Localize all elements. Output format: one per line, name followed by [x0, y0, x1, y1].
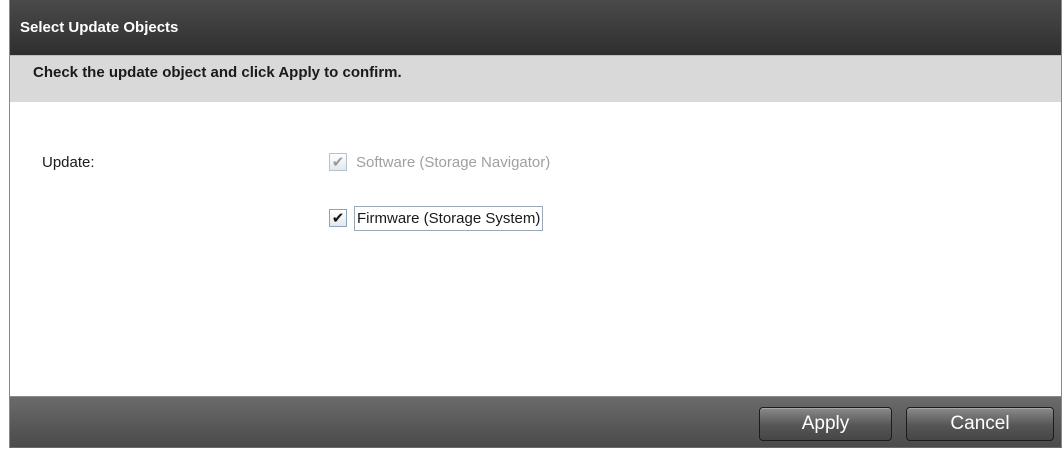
dialog-body: Update: ✔ Software (Storage Navigator) ✔… — [10, 102, 1061, 396]
update-label: Update: — [42, 154, 95, 171]
firmware-option-label[interactable]: Firmware (Storage System) — [354, 205, 544, 231]
instruction-text: Check the update object and click Apply … — [33, 64, 402, 81]
dialog-title: Select Update Objects — [20, 19, 179, 36]
checkmark-icon: ✔ — [331, 153, 345, 171]
software-option: ✔ Software (Storage Navigator) — [329, 149, 552, 175]
checkmark-icon: ✔ — [331, 209, 345, 227]
apply-button[interactable]: Apply — [759, 407, 892, 441]
select-update-objects-dialog: Select Update Objects Check the update o… — [9, 0, 1062, 448]
dialog-titlebar: Select Update Objects — [10, 0, 1061, 55]
dialog-footer: Apply Cancel — [10, 396, 1061, 447]
instruction-bar: Check the update object and click Apply … — [10, 55, 1061, 102]
firmware-option[interactable]: ✔ Firmware (Storage System) — [329, 205, 544, 231]
software-checkbox: ✔ — [329, 153, 347, 171]
software-option-label: Software (Storage Navigator) — [356, 153, 551, 171]
cancel-button[interactable]: Cancel — [906, 407, 1054, 441]
firmware-checkbox[interactable]: ✔ — [329, 209, 347, 227]
